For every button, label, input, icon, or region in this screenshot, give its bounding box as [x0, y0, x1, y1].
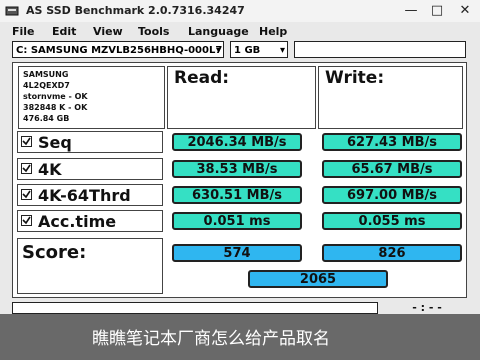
- read-header: Read:: [174, 68, 230, 88]
- menu-bar: File Edit View Tools Language Help: [0, 25, 480, 39]
- title-bar: AS SSD Benchmark 2.0.7316.34247 — □ ✕: [0, 0, 480, 22]
- menu-help[interactable]: Help: [259, 25, 287, 38]
- close-button[interactable]: ✕: [454, 2, 476, 20]
- progress-bar: [12, 302, 378, 314]
- size-select[interactable]: 1 GB ▾: [230, 41, 288, 58]
- 4k-label: 4K: [38, 160, 62, 179]
- 4k-64thrd-checkbox[interactable]: [21, 189, 32, 200]
- minimize-button[interactable]: —: [400, 2, 422, 20]
- 4k-read-value: 38.53 MB/s: [172, 160, 302, 178]
- driver-status: stornvme - OK: [23, 92, 88, 101]
- score-write-value: 826: [322, 244, 462, 262]
- size-select-value: 1 GB: [234, 45, 261, 56]
- check-icon: [22, 137, 31, 146]
- drive-model: SAMSUNG: [23, 70, 69, 79]
- seq-write-value: 627.43 MB/s: [322, 133, 462, 151]
- test-row-acc-time[interactable]: Acc.time: [17, 210, 163, 232]
- 4k-64thrd-label: 4K-64Thrd: [38, 186, 131, 205]
- write-header: Write:: [325, 68, 385, 88]
- acc-time-checkbox[interactable]: [21, 215, 32, 226]
- elapsed-time-indicator: - : - -: [412, 301, 442, 314]
- acc-time-write-value: 0.055 ms: [322, 212, 462, 230]
- menu-view[interactable]: View: [93, 25, 123, 38]
- check-icon: [22, 164, 31, 173]
- drive-select[interactable]: C: SAMSUNG MZVLB256HBHQ-000L7 ▾: [12, 41, 224, 58]
- read-header-box: Read:: [167, 66, 316, 129]
- chevron-down-icon: ▾: [279, 45, 285, 56]
- 4k-write-value: 65.67 MB/s: [322, 160, 462, 178]
- write-header-box: Write:: [318, 66, 463, 129]
- acc-time-read-value: 0.051 ms: [172, 212, 302, 230]
- app-icon: [5, 6, 19, 16]
- menu-language[interactable]: Language: [188, 25, 249, 38]
- drive-firmware: 4L2QEXD7: [23, 81, 70, 90]
- drive-info: SAMSUNG 4L2QEXD7 stornvme - OK 382848 K …: [23, 69, 88, 124]
- test-row-seq[interactable]: Seq: [17, 131, 163, 153]
- info-field[interactable]: [294, 41, 466, 58]
- score-label: Score:: [22, 242, 87, 263]
- seq-label: Seq: [38, 133, 72, 152]
- score-total-value: 2065: [248, 270, 388, 288]
- seq-read-value: 2046.34 MB/s: [172, 133, 302, 151]
- score-read-value: 574: [172, 244, 302, 262]
- acc-time-label: Acc.time: [38, 212, 117, 231]
- window-title: AS SSD Benchmark 2.0.7316.34247: [26, 4, 245, 17]
- menu-edit[interactable]: Edit: [52, 25, 76, 38]
- check-icon: [22, 216, 31, 225]
- caption-overlay: 瞧瞧笔记本厂商怎么给产品取名: [0, 314, 480, 360]
- test-row-4k-64thrd[interactable]: 4K-64Thrd: [17, 184, 163, 206]
- score-label-box: Score:: [17, 238, 163, 294]
- chevron-down-icon: ▾: [215, 45, 221, 56]
- menu-tools[interactable]: Tools: [138, 25, 169, 38]
- check-icon: [22, 190, 31, 199]
- 4k-checkbox[interactable]: [21, 163, 32, 174]
- 4k-64thrd-read-value: 630.51 MB/s: [172, 186, 302, 204]
- alignment-status: 382848 K - OK: [23, 103, 88, 112]
- menu-file[interactable]: File: [12, 25, 35, 38]
- drive-info-box: SAMSUNG 4L2QEXD7 stornvme - OK 382848 K …: [18, 66, 165, 129]
- drive-capacity: 476.84 GB: [23, 114, 70, 123]
- test-row-4k[interactable]: 4K: [17, 158, 163, 180]
- maximize-button[interactable]: □: [426, 2, 448, 20]
- seq-checkbox[interactable]: [21, 136, 32, 147]
- drive-select-value: C: SAMSUNG MZVLB256HBHQ-000L7: [16, 45, 223, 56]
- 4k-64thrd-write-value: 697.00 MB/s: [322, 186, 462, 204]
- caption-text: 瞧瞧笔记本厂商怎么给产品取名: [92, 329, 330, 349]
